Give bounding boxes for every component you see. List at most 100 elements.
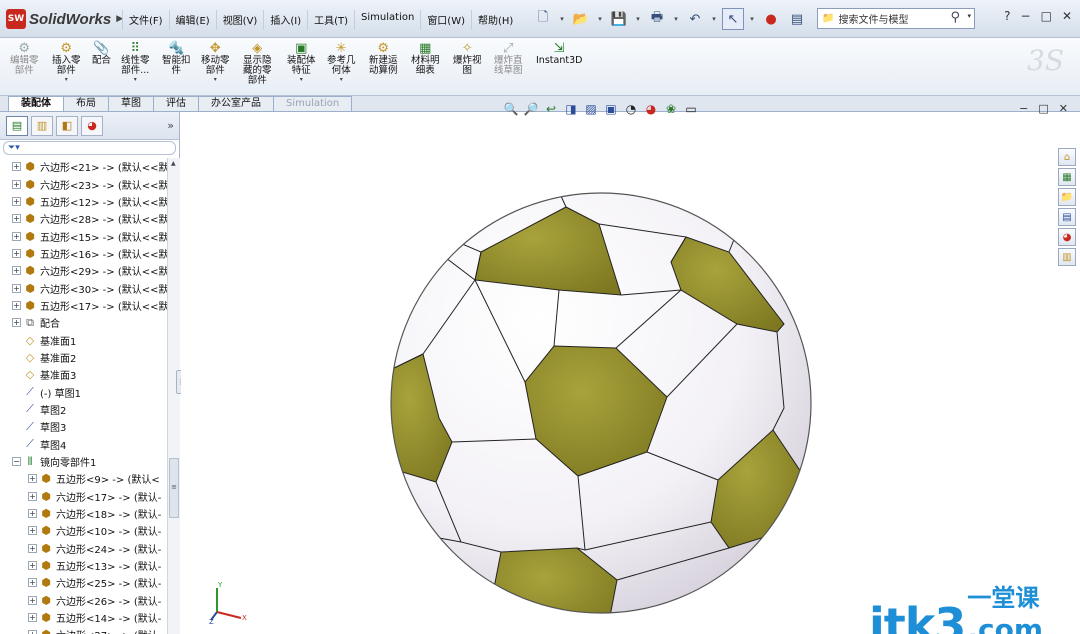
tree-item[interactable]: + ⬢ 六边形<30> -> (默认<<默 <box>0 279 167 296</box>
menu-window[interactable]: 窗口(W) <box>420 10 471 30</box>
move-component-dropdown-icon[interactable]: ▾ <box>214 76 217 83</box>
tab-evaluate[interactable]: 评估 <box>153 96 199 111</box>
select-cursor-icon[interactable]: ↖ <box>722 8 744 30</box>
tree-item[interactable]: ◇ 基准面2 <box>0 349 167 366</box>
tree-item[interactable]: + ⬢ 六边形<24> -> (默认- <box>0 540 167 557</box>
expand-icon[interactable]: + <box>28 526 37 536</box>
print-icon[interactable]: 🖶 <box>646 8 668 30</box>
expand-icon[interactable]: + <box>28 630 37 634</box>
expand-icon[interactable]: + <box>28 474 37 484</box>
undo-icon[interactable]: ↶ <box>684 8 706 30</box>
insert-component-button[interactable]: ⚙ 插入零 部件 ▾ <box>52 40 81 92</box>
exploded-view-button[interactable]: ✧ 爆炸视 图 <box>453 40 482 92</box>
explode-line-sketch-button[interactable]: ⤢ 爆炸直 线草图 <box>494 40 523 92</box>
tree-scrollbar[interactable]: ▲ ≡ <box>167 158 180 634</box>
linear-pattern-dropdown-icon[interactable]: ▾ <box>134 76 137 83</box>
soccer-ball-model[interactable] <box>181 112 1080 634</box>
menu-help[interactable]: 帮助(H) <box>471 10 519 30</box>
tree-item[interactable]: + ⬢ 五边形<9> -> (默认< <box>0 470 167 487</box>
tree-item[interactable]: + ⬢ 五边形<14> -> (默认- <box>0 609 167 626</box>
tree-item[interactable]: ⟋ 草图2 <box>0 401 167 418</box>
tab-simulation[interactable]: Simulation <box>273 96 353 111</box>
select-dropdown-icon[interactable]: ▾ <box>748 15 756 23</box>
tree-item[interactable]: ◇ 基准面1 <box>0 331 167 348</box>
tree-item[interactable]: + ⬢ 六边形<21> -> (默认<<默 <box>0 158 167 175</box>
tree-item[interactable]: + ⬢ 五边形<15> -> (默认<<默 <box>0 227 167 244</box>
tree-item[interactable]: ⟋ (-) 草图1 <box>0 383 167 400</box>
assembly-features-dropdown-icon[interactable]: ▾ <box>300 76 303 83</box>
tree-item[interactable]: + ⬢ 五边形<17> -> (默认<<默 <box>0 297 167 314</box>
menu-view[interactable]: 视图(V) <box>215 10 264 30</box>
smart-fasteners-button[interactable]: 🔩 智能扣 件 <box>162 40 191 92</box>
tree-item[interactable]: ◇ 基准面3 <box>0 366 167 383</box>
configuration-manager-tab-icon[interactable]: ◧ <box>56 115 78 136</box>
tree-item[interactable]: ⟋ 草图4 <box>0 436 167 453</box>
show-hidden-components-button[interactable]: ◈ 显示隐 藏的零 部件 <box>243 40 272 92</box>
open-dropdown-icon[interactable]: ▾ <box>596 15 604 23</box>
tree-item[interactable]: + ⬢ 六边形<26> -> (默认- <box>0 592 167 609</box>
expand-icon[interactable]: + <box>28 491 37 501</box>
tab-assembly[interactable]: 装配体 <box>8 96 64 111</box>
tab-layout[interactable]: 布局 <box>63 96 109 111</box>
expand-icon[interactable]: + <box>12 300 21 310</box>
save-icon[interactable]: 💾 <box>608 8 630 30</box>
expand-icon[interactable]: + <box>28 543 37 553</box>
expand-icon[interactable]: + <box>12 196 21 206</box>
file-properties-icon[interactable]: ▤ <box>786 8 808 30</box>
tab-office-products[interactable]: 办公室产品 <box>198 96 274 111</box>
print-dropdown-icon[interactable]: ▾ <box>672 15 680 23</box>
instant3d-button[interactable]: ⇲ Instant3D <box>536 40 582 92</box>
mate-button[interactable]: 📎 配合 <box>92 40 111 92</box>
tree-item[interactable]: − ⫴ 镜向零部件1 <box>0 453 167 470</box>
tree-filter[interactable]: ⏷▾ <box>3 141 176 155</box>
tree-item[interactable]: + ⬢ 六边形<25> -> (默认- <box>0 574 167 591</box>
new-document-icon[interactable]: 🗋 <box>532 8 554 30</box>
tree-item[interactable]: + ⬢ 六边形<29> -> (默认<<默 <box>0 262 167 279</box>
menu-file[interactable]: 文件(F) <box>122 10 169 30</box>
solidworks-logo[interactable]: SW SolidWorks ▶ <box>6 8 123 30</box>
menu-insert[interactable]: 插入(I) <box>263 10 307 30</box>
expand-icon[interactable]: + <box>12 231 21 241</box>
search-icon[interactable]: ⚲ <box>950 10 960 25</box>
expand-icon[interactable]: + <box>28 613 37 623</box>
property-manager-tab-icon[interactable]: ▥ <box>31 115 53 136</box>
menu-simulation[interactable]: Simulation <box>354 10 420 30</box>
search-dropdown-icon[interactable]: ▾ <box>967 12 971 20</box>
expand-icon[interactable]: + <box>12 283 21 293</box>
minimize-button[interactable]: − <box>1021 9 1031 23</box>
undo-dropdown-icon[interactable]: ▾ <box>710 15 718 23</box>
bill-of-materials-button[interactable]: ▦ 材料明 细表 <box>411 40 440 92</box>
tree-item[interactable]: + ⬢ 五边形<12> -> (默认<<默 <box>0 193 167 210</box>
menu-edit[interactable]: 编辑(E) <box>168 10 216 30</box>
save-dropdown-icon[interactable]: ▾ <box>634 15 642 23</box>
expand-icon[interactable]: + <box>12 266 21 276</box>
menu-tools[interactable]: 工具(T) <box>307 10 354 30</box>
expand-icon[interactable]: + <box>28 578 37 588</box>
rebuild-traffic-light-icon[interactable]: ● <box>760 8 782 30</box>
tree-item[interactable]: + ⬢ 六边形<10> -> (默认- <box>0 522 167 539</box>
reference-geometry-dropdown-icon[interactable]: ▾ <box>340 76 343 83</box>
tree-item[interactable]: + ⬢ 六边形<28> -> (默认<<默 <box>0 210 167 227</box>
close-button[interactable]: ✕ <box>1062 9 1072 23</box>
tab-sketch[interactable]: 草图 <box>108 96 154 111</box>
expand-icon[interactable]: + <box>12 162 21 172</box>
tree-item[interactable]: + ⧉ 配合 <box>0 314 167 331</box>
tree-item[interactable]: + ⬢ 六边形<17> -> (默认- <box>0 488 167 505</box>
new-motion-study-button[interactable]: ⚙ 新建运 动算例 <box>369 40 398 92</box>
assembly-features-button[interactable]: ▣ 装配体 特征 ▾ <box>287 40 316 92</box>
new-dropdown-icon[interactable]: ▾ <box>558 15 566 23</box>
scroll-up-icon[interactable]: ▲ <box>171 160 176 167</box>
reference-geometry-button[interactable]: ✳ 参考几 何体 ▾ <box>327 40 356 92</box>
collapse-icon[interactable]: − <box>12 457 21 467</box>
search-box[interactable]: 📁 搜索文件与模型 ⚲ ▾ <box>817 8 975 29</box>
edit-component-button[interactable]: ⚙ 编辑零 部件 <box>10 40 39 92</box>
expand-icon[interactable]: + <box>28 561 37 571</box>
display-manager-tab-icon[interactable]: ◕ <box>81 115 103 136</box>
tree-item[interactable]: ⟋ 草图3 <box>0 418 167 435</box>
tree-item[interactable]: + ⬢ 五边形<13> -> (默认- <box>0 557 167 574</box>
restore-button[interactable]: □ <box>1041 9 1052 23</box>
open-folder-icon[interactable]: 📂 <box>570 8 592 30</box>
feature-manager-tab-icon[interactable]: ▤ <box>6 115 28 136</box>
tree-item[interactable]: +⬢六边形<27> -> (默认- <box>0 626 167 634</box>
expand-icon[interactable]: + <box>28 595 37 605</box>
